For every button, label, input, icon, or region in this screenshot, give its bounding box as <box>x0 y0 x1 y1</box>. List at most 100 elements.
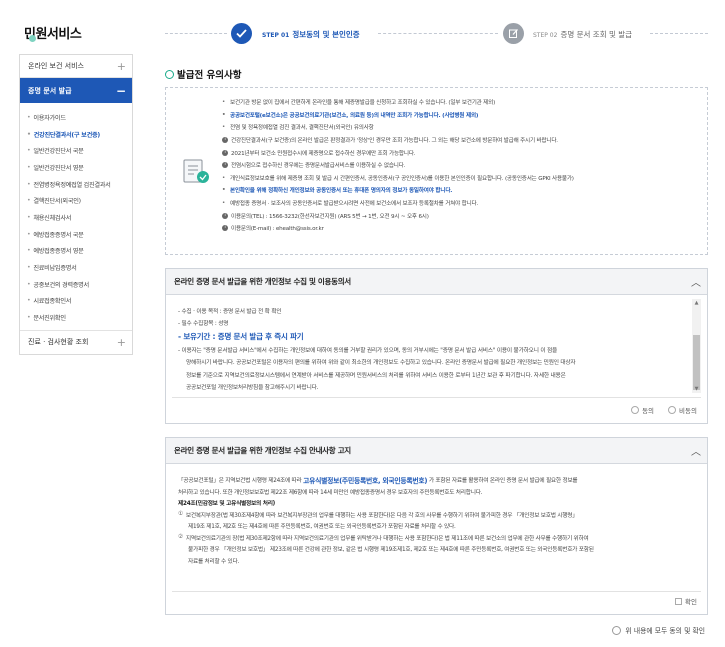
sidebar-item-payment[interactable]: • 진료비납입증명서 <box>20 259 132 276</box>
step2-edit-icon <box>503 23 524 44</box>
bullet-icon: • <box>222 111 226 118</box>
bullet-icon: • <box>27 230 31 238</box>
bullet-icon: • <box>27 180 31 188</box>
sidebar-section-label: 진료 · 검사현황 조회 <box>28 338 89 347</box>
sidebar-item-employment[interactable]: • 채용신체검사서 <box>20 209 132 226</box>
agree-radio[interactable]: 동의 <box>631 405 654 415</box>
sidebar-section-certificate[interactable]: 증명 문서 발급 − <box>20 78 132 103</box>
radio-circle-icon <box>631 406 640 414</box>
minus-icon: − <box>115 83 126 98</box>
step1-check-icon <box>231 23 252 44</box>
scroll-up-arrow-icon[interactable]: ▲ <box>692 299 701 307</box>
bullet-icon: • <box>222 200 226 207</box>
sidebar-item-vacc-en[interactable]: • 예방접종증명서 영문 <box>20 243 132 260</box>
sidebar-item-label: 채용신체검사서 <box>33 214 72 222</box>
step-number: STEP 02 <box>533 32 558 39</box>
sidebar-menu: 온라인 보건 서비스 + 증명 문서 발급 − • 이용자가이드 • 건강진단결과서… <box>19 54 133 355</box>
bullet-icon: • <box>27 314 31 322</box>
notice-text: 2021년부터 보건소 민원접수시에 제증명으로 접수하신 경우에만 조회 가능… <box>231 150 416 157</box>
sidebar-item-health-result[interactable]: • 건강진단결과서(구 보건증) <box>20 126 132 143</box>
notice-item: i 건강진단결과서(구 보건증)의 온라인 발급은 판정결과가 '정상'인 경우만… <box>222 134 702 147</box>
bullet-icon: • <box>27 297 31 305</box>
chevron-up-icon[interactable]: ︿ <box>691 443 701 458</box>
sidebar-section-online-health[interactable]: 온라인 보건 서비스 + <box>20 55 132 78</box>
step1-label: STEP 01 정보동의 및 본인인증 <box>262 29 360 40</box>
bullet-icon: • <box>27 147 31 155</box>
notice-text: 공공보건포털(e보건소)은 공공보건의료기관(보건소, 의료원 등)의 내역만 … <box>230 112 479 119</box>
consent-radio-group: 동의 비동의 <box>631 405 697 415</box>
sidebar-item-sample[interactable]: • 시료접종확인서 <box>20 293 132 310</box>
scrollbar-thumb[interactable] <box>693 335 700 390</box>
title-accent-dot <box>29 35 36 42</box>
notice-item: i 이용문의(E-mail) : ehealth@ssis.or.kr <box>222 222 702 235</box>
info-icon: i <box>222 149 228 156</box>
notice-text: 전염시험으로 접수하신 경우에는 증명문서발급서비스를 이용하실 수 없습니다. <box>231 163 406 170</box>
notice-line: ① 보건복지부장관(법 제30조제4항에 따라 보건복지부장관의 업무를 대행하는… <box>178 509 687 521</box>
sidebar-item-vacc-kr[interactable]: • 예방접종증명서 국문 <box>20 226 132 243</box>
notice-text: 이용문의(E-mail) : ehealth@ssis.or.kr <box>231 226 324 233</box>
bullet-icon: • <box>222 124 226 131</box>
notice-line: ② 지역보건의료기관의 장(법 제30조제2항에 따라 지역보건의료기관의 업무를… <box>178 532 687 544</box>
sidebar-item-label: 일반건강진단서 국문 <box>33 148 84 156</box>
chevron-up-icon[interactable]: ︿ <box>691 274 701 289</box>
radio-label: 비동의 <box>679 407 697 415</box>
disagree-radio[interactable]: 비동의 <box>668 405 697 415</box>
step-number: STEP 01 <box>262 32 290 39</box>
plus-icon: + <box>116 335 126 349</box>
sidebar-section-treatment[interactable]: 진료 · 검사현황 조회 + <box>20 331 132 354</box>
step-divider <box>165 33 227 34</box>
law-article-title: 제24조(민감정보 및 고유식별정보의 처리) <box>178 501 276 508</box>
consent-text-scrollbox[interactable]: - 수집 · 이용 목적 : 증명 문서 발급 전 확 확인 - 필수 수집항목… <box>172 295 701 398</box>
sidebar-submenu: • 이용자가이드 • 건강진단결과서(구 보건증) • 일반건강진단서 국문 • 일반건… <box>20 103 132 331</box>
info-icon: i <box>222 225 228 232</box>
sidebar-item-career[interactable]: • 공중보건의 경력증명서 <box>20 276 132 293</box>
notice-text: 전염 및 정욕정예접열 검진 결과서, 결핵진단서(외국인) 유의사항 <box>230 125 374 132</box>
sidebar-item-general-kr[interactable]: • 일반건강진단서 국문 <box>20 142 132 159</box>
notice-text: 개인식료정보보호를 위해 제증명 조회 및 발급 시 간편인증서, 공동인증서(… <box>230 175 574 182</box>
sidebar-item-label: 일반건강진단서 영문 <box>33 164 84 172</box>
consent-line: - 이용자는 "증명 문서발급 서비스"에서 수집하는 개인정보에 대하여 동의… <box>178 347 558 354</box>
notice-item: i 2021년부터 보건소 민원접수시에 제증명으로 접수하신 경우에만 조회 가… <box>222 146 702 159</box>
sidebar-item-epidemic[interactable]: • 전염병정욕정예접열 검진결과서 <box>20 176 132 193</box>
notice-line: 제24조(민감정보 및 고유식별정보의 처리) <box>178 497 687 509</box>
scroll-down-arrow-icon[interactable]: ▼ <box>692 385 701 393</box>
sidebar-item-label: 예방접종증명서 국문 <box>33 231 84 239</box>
info-icon: i <box>222 212 228 219</box>
sidebar-item-label: 예방접종증명서 영문 <box>33 248 84 256</box>
sidebar-item-verify[interactable]: • 문서진위확인 <box>20 309 132 326</box>
consent-line: 양해하시기 바랍니다. 공공보건포털은 이용자의 편의를 위하여 위와 같이 최… <box>186 360 576 367</box>
sidebar-section-label: 증명 문서 발급 <box>28 86 72 95</box>
notice-box: • 보건기관 방문 없이 집에서 간편하게 온라인을 통해 제증명발급을 신청하고… <box>165 87 708 255</box>
notice-line: 자료를 처리할 수 있다. <box>188 558 240 565</box>
checkbox-label: 확인 <box>685 598 697 606</box>
sidebar-item-general-en[interactable]: • 일반건강진단서 영문 <box>20 159 132 176</box>
notice-item: i 전염시험으로 접수하신 경우에는 증명문서발급서비스를 이용하실 수 없습니다… <box>222 159 702 172</box>
info-icon: i <box>222 162 228 169</box>
agree-all-radio[interactable]: 위 내용에 모두 동의 및 확인 <box>612 625 705 635</box>
notice-title-text: 발급전 유의사항 <box>177 70 242 81</box>
bullet-icon: • <box>27 280 31 288</box>
confirm-checkbox[interactable]: 확인 <box>675 596 697 606</box>
consent-panel-collection: 온라인 증명 문서 발급을 위한 개인정보 수집 및 이용동의서 ︿ - 수집 … <box>165 268 708 424</box>
panel-header[interactable]: 온라인 증명 문서 발급을 위한 개인정보 수집 안내사항 고지 ︿ <box>166 438 707 464</box>
notice-text: 지역보건의료기관의 장(법 제30조제2항에 따라 지역보건의료기관의 업무를 … <box>185 535 589 542</box>
sidebar-item-label: 시료접종확인서 <box>33 298 72 306</box>
sidebar-item-label: 공중보건의 경력증명서 <box>33 281 89 289</box>
sidebar-item-label: 건강진단결과서(구 보건증) <box>33 131 101 139</box>
consent-line: 공공보건포털 개인정보처리방침을 참고해주시기 바랍니다. <box>186 385 319 392</box>
notice-text: 이용문의(TEL) : 1566-3232(한선자보건지원) (ARS 5번 →… <box>231 213 429 220</box>
sidebar-item-label: 진료비납입증명서 <box>33 265 77 273</box>
notice-text: 가 포함된 자료를 활용하여 온라인 증명 문서 발급에 필요한 정보를 <box>428 478 578 485</box>
bullet-icon: • <box>222 187 226 194</box>
consent-line: - 수집 · 이용 목적 : 증명 문서 발급 전 확 확인 <box>178 308 282 315</box>
sidebar-item-label: 전염병정욕정예접열 검진결과서 <box>33 181 111 189</box>
bullet-icon: • <box>27 163 31 171</box>
consent-line: - 필수 수집항목 : 성명 <box>178 321 229 328</box>
document-checklist-icon <box>183 159 209 183</box>
highlight-text: 고유식별정보(주민등록번호, 외국인등록번호) <box>303 476 428 485</box>
notice-line: 「공공보건포털」은 지역보건법 시행령 제24조에 따라 고유식별정보(주민등록… <box>178 474 687 486</box>
sidebar-item-guide[interactable]: • 이용자가이드 <box>20 109 132 126</box>
panel-header[interactable]: 온라인 증명 문서 발급을 위한 개인정보 수집 및 이용동의서 ︿ <box>166 269 707 295</box>
sidebar-item-tb[interactable]: • 결핵진단서(외국인) <box>20 192 132 209</box>
sidebar-section-label: 온라인 보건 서비스 <box>28 62 84 70</box>
